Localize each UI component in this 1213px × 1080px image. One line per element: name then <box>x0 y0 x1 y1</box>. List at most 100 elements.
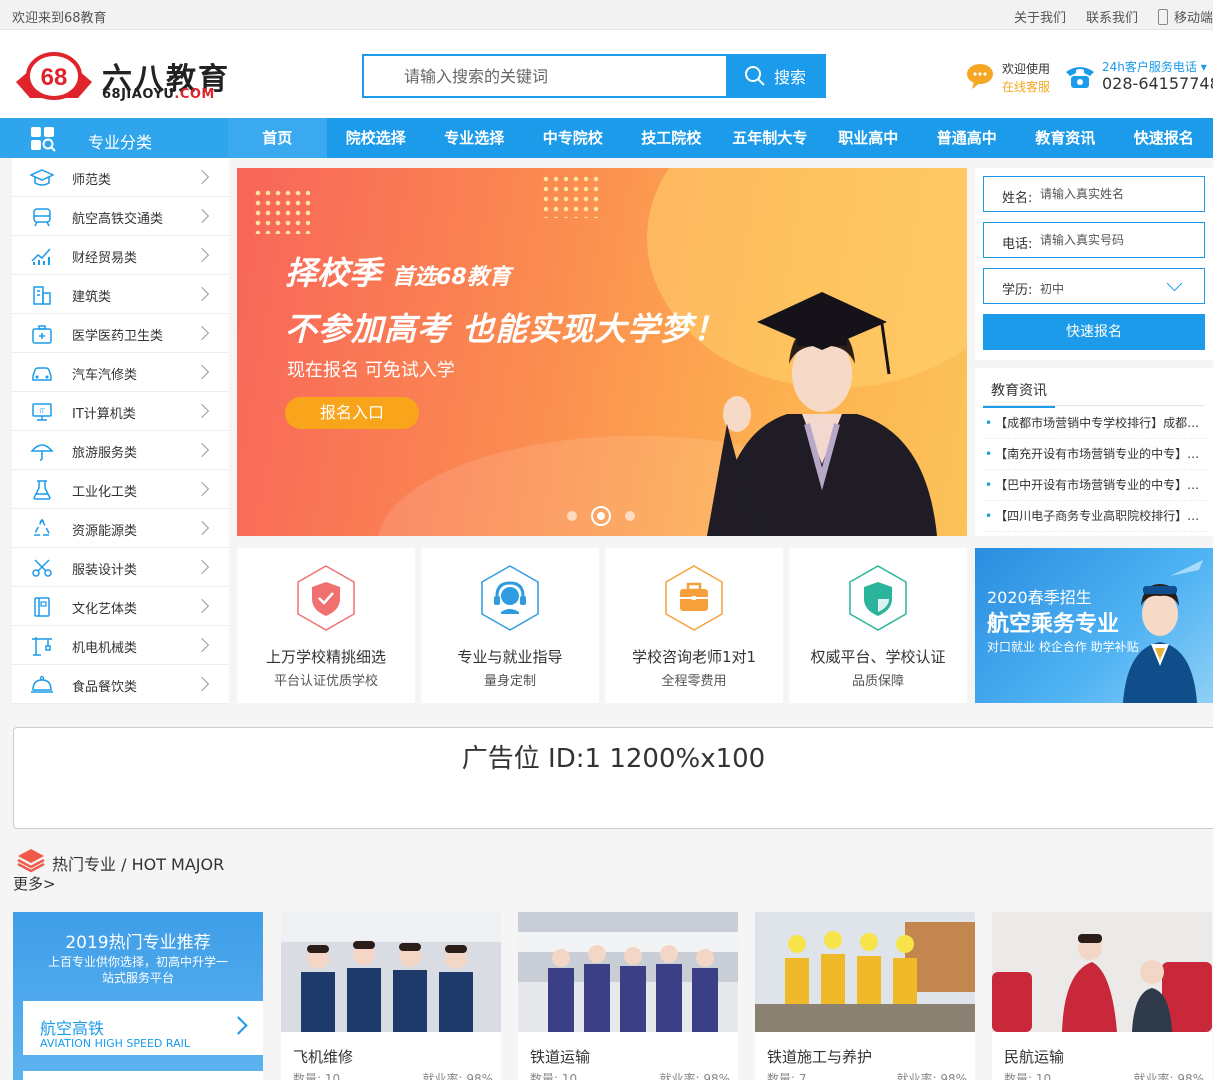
category-item-medical[interactable]: 医学医药卫生类 <box>12 314 229 353</box>
category-item-aviation-rail[interactable]: 航空高铁交通类 <box>12 197 229 236</box>
major-card-civil-aviation[interactable]: 民航运输 数量: 10 就业率: 98% <box>992 912 1212 1080</box>
category-item-mechanical[interactable]: 机电机械类 <box>12 626 229 665</box>
category-item-food[interactable]: 食品餐饮类 <box>12 665 229 704</box>
name-input[interactable] <box>1040 177 1200 211</box>
category-item-it[interactable]: IT IT计算机类 <box>12 392 229 431</box>
mobile-link[interactable]: 移动端 <box>1157 7 1213 26</box>
chevron-right-icon <box>194 442 210 458</box>
site-logo[interactable]: 68 六八教育 68JIAOYU.COM <box>12 52 238 104</box>
category-item-chemical[interactable]: 工业化工类 <box>12 470 229 509</box>
feature-card-selection: 上万学校精挑细选 平台认证优质学校 <box>237 548 415 703</box>
category-item-fashion[interactable]: 服装设计类 <box>12 548 229 587</box>
nav-item-major-select[interactable]: 专业选择 <box>425 118 524 158</box>
nav-item-quick-signup[interactable]: 快速报名 <box>1115 118 1213 158</box>
nav-item-education-news[interactable]: 教育资讯 <box>1016 118 1115 158</box>
major-employment-rate: 就业率: 98% <box>896 1072 967 1080</box>
banner-dot-2[interactable] <box>591 506 611 526</box>
logo-en-main: 68JIAOYU <box>102 87 175 102</box>
more-link[interactable]: 更多> <box>13 873 56 894</box>
news-item[interactable]: 【南充开设有市场营销专业的中专】南充开设有市场营销专业的中专 <box>983 439 1207 470</box>
quick-signup-button[interactable]: 快速报名 <box>983 314 1205 350</box>
major-card-rail-transport[interactable]: 铁道运输 数量: 10 就业率: 98% <box>518 912 738 1080</box>
food-cover-icon <box>31 675 53 693</box>
category-label: 建筑类 <box>72 290 112 305</box>
major-photo <box>992 912 1212 1032</box>
category-item-teacher[interactable]: 师范类 <box>12 158 229 197</box>
header: 68 六八教育 68JIAOYU.COM 搜索 欢迎使用 在线客服 24h客户服… <box>0 30 1213 118</box>
major-photo <box>518 912 738 1032</box>
online-service[interactable]: 欢迎使用 在线客服 <box>966 60 1060 96</box>
scissors-icon <box>32 559 52 577</box>
feature-subtitle: 全程零费用 <box>661 674 727 689</box>
major-stats: 数量: 7 就业率: 98% <box>767 1070 967 1080</box>
banner-signup-button[interactable]: 报名入口 <box>285 397 419 429</box>
briefcase-icon <box>665 565 723 631</box>
nav-item-five-year-college[interactable]: 五年制大专 <box>721 118 820 158</box>
promo-aviation[interactable]: 2020春季招生 航空乘务专业 对口就业 校企合作 助学补贴 <box>975 548 1213 703</box>
category-item-finance[interactable]: 财经贸易类 <box>12 236 229 275</box>
banner-title-b: 首选68教育 <box>392 265 511 290</box>
chevron-right-icon <box>194 403 210 419</box>
hero-banner[interactable]: 择校季 首选68教育 不参加高考 也能实现大学梦！ 现在报名 可免试入学 报名入… <box>237 168 967 536</box>
chevron-right-icon <box>194 520 210 536</box>
mobile-phone-icon <box>1157 9 1168 25</box>
hotline-label: 24h客户服务电话 ▾ <box>1102 60 1207 74</box>
category-item-arts[interactable]: 文化艺体类 <box>12 587 229 626</box>
nav-item-technical-school[interactable]: 技工院校 <box>622 118 721 158</box>
promo-line1: 2020春季招生 <box>987 588 1092 607</box>
major-stats: 数量: 10 就业率: 98% <box>530 1070 730 1080</box>
category-menu-label: 专业分类 <box>88 133 153 152</box>
feature-title: 权威平台、学校认证 <box>810 648 946 666</box>
category-label: 机电机械类 <box>72 641 138 656</box>
ad-placeholder[interactable]: 广告位 ID:1 1200%x100 <box>13 727 1213 829</box>
phone-input[interactable] <box>1040 223 1200 257</box>
search-input[interactable] <box>364 56 728 96</box>
category-item-auto[interactable]: 汽车汽修类 <box>12 353 229 392</box>
banner-dot-1[interactable] <box>567 511 577 521</box>
category-menu-toggle[interactable]: 专业分类 <box>0 118 228 158</box>
education-label: 学历: <box>1002 283 1033 298</box>
category-label: 食品餐饮类 <box>72 680 138 695</box>
category-item-tourism[interactable]: 旅游服务类 <box>12 431 229 470</box>
flight-attendant-illustration <box>1123 560 1203 703</box>
chevron-right-icon <box>194 364 210 380</box>
recommend-item-aviation-rail[interactable]: 航空高铁 AVIATION HIGH SPEED RAIL <box>23 1001 263 1055</box>
banner-dots-decoration <box>253 188 313 234</box>
chevron-right-icon <box>194 286 210 302</box>
news-item[interactable]: 【成都市场营销中专学校排行】成都市场营销中专学校排行 <box>983 408 1207 439</box>
svg-text:IT: IT <box>39 409 45 415</box>
banner-title: 择校季 首选68教育 <box>285 248 511 294</box>
medical-kit-icon <box>32 325 52 344</box>
major-card-rail-construction[interactable]: 铁道施工与养护 数量: 7 就业率: 98% <box>755 912 975 1080</box>
banner-title-a: 择校季 <box>285 254 382 292</box>
news-item[interactable]: 【巴中开设有市场营销专业的中专】巴中开设有市场营销专业的中专 <box>983 470 1207 501</box>
major-card-aircraft-maintenance[interactable]: 飞机维修 数量: 10 就业率: 98% <box>281 912 501 1080</box>
category-item-architecture[interactable]: 建筑类 <box>12 275 229 314</box>
contact-link[interactable]: 联系我们 <box>1086 7 1138 26</box>
nav-item-vocational-high[interactable]: 职业高中 <box>819 118 918 158</box>
news-item[interactable]: 【四川电子商务专业高职院校排行】四川电子商务专业高职院校排行 <box>983 501 1207 532</box>
building-icon <box>33 286 51 305</box>
search-button[interactable]: 搜索 <box>726 56 824 96</box>
hot-major-title: 热门专业 / HOT MAJOR <box>52 855 225 874</box>
nav-item-general-high[interactable]: 普通高中 <box>918 118 1017 158</box>
category-sidebar: 师范类 航空高铁交通类 财经贸易类 建筑类 医学医药卫生类 汽车汽修类 IT I… <box>12 158 229 704</box>
about-link[interactable]: 关于我们 <box>1014 7 1066 26</box>
welcome-text: 欢迎来到68教育 <box>12 11 107 26</box>
category-label: 汽车汽修类 <box>72 368 138 383</box>
service-line1: 欢迎使用 <box>1002 62 1051 76</box>
category-item-energy[interactable]: 资源能源类 <box>12 509 229 548</box>
hotline-label-text: 24h客户服务电话 <box>1102 60 1197 74</box>
nav-item-home[interactable]: 首页 <box>228 118 327 158</box>
nav-item-secondary-school[interactable]: 中专院校 <box>524 118 623 158</box>
recommend-item-next[interactable] <box>23 1071 263 1080</box>
chat-bubble-icon <box>967 64 993 89</box>
chevron-right-icon <box>194 325 210 341</box>
feature-subtitle: 平台认证优质学校 <box>273 674 378 689</box>
banner-dot-3[interactable] <box>625 511 635 521</box>
feature-title: 上万学校精挑细选 <box>265 648 386 666</box>
nav-item-school-select[interactable]: 院校选择 <box>327 118 426 158</box>
top-links: 关于我们 联系我们 移动端 <box>1014 7 1213 26</box>
education-select[interactable]: 学历: 初中 <box>983 268 1205 304</box>
chevron-right-icon <box>194 598 210 614</box>
